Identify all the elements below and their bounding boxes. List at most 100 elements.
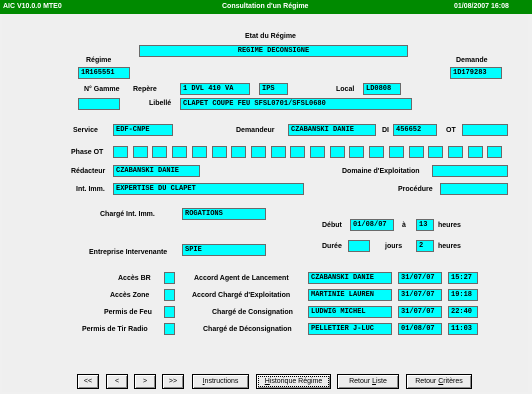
accord-0-time: 15:27 [448,272,478,284]
phase-ot-box [211,146,227,158]
title-datetime: 01/08/2007 16:08 [454,3,509,10]
accord-0-name: CZABANSKI DANIE [308,272,392,284]
retour-criteres-label: ritères [443,378,463,385]
duree-label: Durée [322,243,342,250]
int-imm-field: EXPERTISE DU CLAPET [113,183,304,195]
procedure-field [440,183,508,195]
permis-tir-label: Permis de Tir Radio [82,326,148,333]
charge-int-label: Chargé Int. Imm. [100,211,155,218]
previous-record-button[interactable]: < [106,374,128,389]
accord-3-label: Chargé de Déconsignation [203,326,292,333]
accord-2-time: 22:40 [448,306,478,318]
retour-liste-button[interactable]: Retour Liste [337,374,399,389]
di-label: DI [382,127,389,134]
phase-ot-box [231,146,247,158]
demandeur-field: CZABANSKI DANIE [288,124,376,136]
first-record-button[interactable]: << [77,374,99,389]
phase-ot-box [270,146,286,158]
permis-feu-box [164,306,175,318]
phase-ot-box [349,146,365,158]
demandeur-label: Demandeur [236,127,275,134]
phase-ot-box [487,146,503,158]
phase-ot-box [132,146,148,158]
accord-0-date: 31/07/07 [398,272,442,284]
form-panel: Etat du Régime REGIME DECONSIGNE Régime … [2,14,528,392]
debut-a-label: à [402,222,406,229]
phase-ot-box [408,146,424,158]
phase-ot-box [467,146,483,158]
instructions-button[interactable]: Instructions [192,374,249,389]
duree-heure-field: 2 [416,240,434,252]
historique-regime-button[interactable]: Historique Régime [256,374,331,389]
domaine-label: Domaine d'Exploitation [342,168,420,175]
duree-unit-label: heures [438,243,461,250]
debut-date-field: 01/08/07 [350,219,394,231]
domaine-field [432,165,508,177]
phase-ot-box [388,146,404,158]
entreprise-field: SPIE [182,244,266,256]
gamme-field [78,98,120,110]
libelle-field: CLAPET COUPE FEU SFSL0701/SFSL0680 [180,98,412,110]
historique-label: istorique Régime [269,378,323,385]
int-imm-label: Int. Imm. [76,186,105,193]
accord-1-name: MARTINIE LAUREN [308,289,392,301]
duree-jours-field [348,240,370,252]
accord-2-label: Chargé de Consignation [212,309,293,316]
debut-heure-field: 13 [416,219,434,231]
accord-3-time: 11:03 [448,323,478,335]
retour-criteres-button[interactable]: Retour Critères [406,374,472,389]
phase-ot-box [329,146,345,158]
instructions-label: nstructions [204,378,239,385]
etat-label: Etat du Régime [245,33,296,40]
charge-int-field: ROGATIONS [182,208,266,220]
di-field: 456652 [393,124,437,136]
regime-label: Régime [86,57,112,64]
etat-field: REGIME DECONSIGNE [139,45,408,57]
duree-jours-label: jours [385,243,403,250]
accord-0-label: Accord Agent de Lancement [194,275,289,282]
debut-label: Début [322,222,342,229]
phase-ot-box [310,146,325,158]
redacteur-label: Rédacteur [71,168,106,175]
retour-liste-label: iste [375,378,387,385]
accord-3-name: PELLETIER J-LUC [308,323,392,335]
local-field: LD0808 [363,83,401,95]
permis-feu-label: Permis de Feu [104,309,152,316]
phase-ot-box [447,146,463,158]
next-record-button[interactable]: > [134,374,156,389]
accord-2-date: 31/07/07 [398,306,442,318]
retour-criteres-prefix: Retour [415,378,439,385]
phase-ot-box [113,146,128,158]
phase-ot-box [152,146,168,158]
repere-suffix-field: IPS [259,83,288,95]
debut-unit-label: heures [438,222,461,229]
local-label: Local [336,86,355,93]
app-version: AIC V10.0.0 MTE0 [3,3,62,10]
repere-label: Repère [133,86,157,93]
acces-br-box [164,272,175,284]
demande-field: 1D179283 [450,67,502,79]
ot-label: OT [446,127,456,134]
title-bar: AIC V10.0.0 MTE0 Consultation d'un Régim… [0,0,532,14]
entreprise-label: Entreprise Intervenante [89,249,168,256]
phase-ot-box [172,146,188,158]
service-label: Service [73,127,98,134]
accord-2-name: LUDWIG MICHEL [308,306,392,318]
gamme-label: N° Gamme [84,86,120,93]
acces-br-label: Accès BR [118,275,151,282]
service-field: EDF-CNPE [113,124,173,136]
ot-field [462,124,508,136]
retour-liste-prefix: Retour [349,378,373,385]
permis-tir-box [164,323,175,335]
phase-ot-label: Phase OT [71,149,104,156]
accord-3-date: 01/08/07 [398,323,442,335]
last-record-button[interactable]: >> [162,374,184,389]
procedure-label: Procédure [398,186,433,193]
accord-1-time: 19:18 [448,289,478,301]
phase-ot-box [250,146,266,158]
phase-ot-box [191,146,207,158]
regime-field: 1R165551 [78,67,130,79]
accord-1-date: 31/07/07 [398,289,442,301]
acces-zone-box [164,289,175,301]
repere-field: 1 DVL 410 VA [180,83,250,95]
